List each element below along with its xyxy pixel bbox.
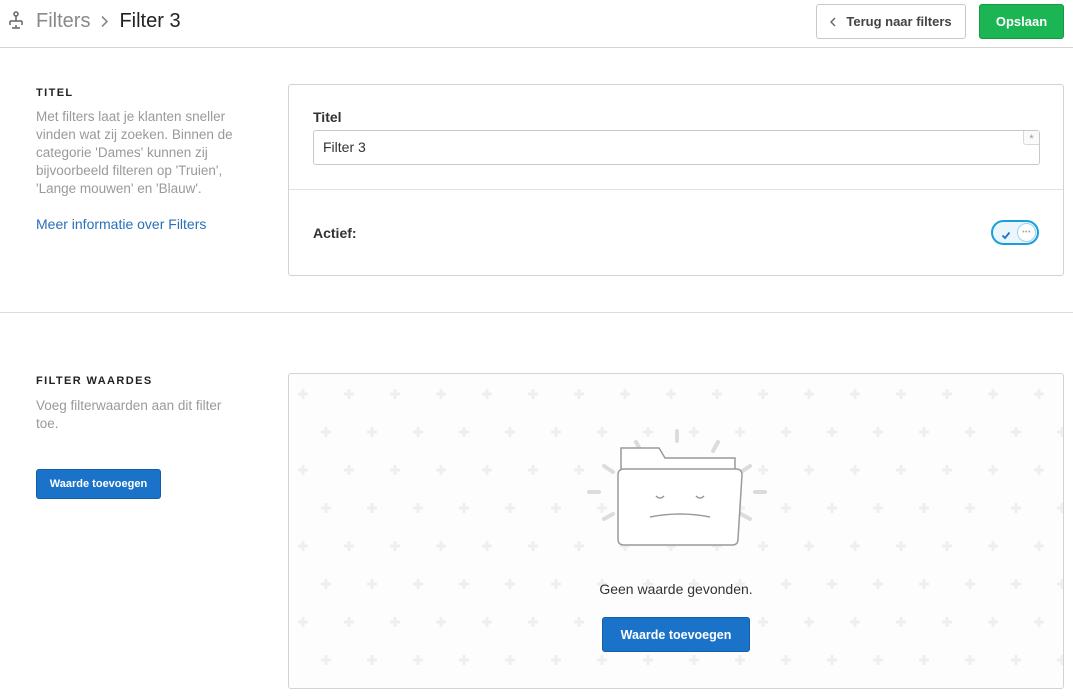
chevron-right-icon bbox=[99, 9, 111, 33]
chevron-left-icon bbox=[830, 17, 836, 27]
filters-info-link[interactable]: Meer informatie over Filters bbox=[36, 216, 206, 232]
checkmark-icon bbox=[1001, 227, 1011, 245]
title-field-label: Titel bbox=[313, 109, 342, 125]
breadcrumb-filters-link[interactable]: Filters bbox=[36, 9, 90, 33]
filter-values-heading: FILTER WAARDES bbox=[36, 375, 153, 387]
section-divider bbox=[0, 312, 1073, 313]
empty-state-add-value-button[interactable]: Waarde toevoegen bbox=[602, 617, 750, 652]
title-card: Titel Filter 3 * Actief: ••• bbox=[288, 84, 1064, 276]
back-to-filters-button[interactable]: Terug naar filters bbox=[816, 4, 966, 39]
save-button[interactable]: Opslaan bbox=[979, 4, 1064, 39]
filter-tree-icon bbox=[6, 10, 26, 32]
sad-folder-icon bbox=[587, 429, 767, 546]
title-input[interactable]: Filter 3 bbox=[313, 130, 1040, 165]
page-title: Filter 3 bbox=[119, 10, 181, 32]
back-button-label: Terug naar filters bbox=[846, 14, 952, 29]
filter-values-empty-card: Geen waarde gevonden. Waarde toevoegen bbox=[288, 373, 1064, 689]
required-indicator: * bbox=[1023, 131, 1039, 145]
title-section-description: Met filters laat je klanten sneller vind… bbox=[36, 109, 233, 196]
breadcrumb: Filters Filter 3 bbox=[36, 9, 181, 33]
filter-values-description: Voeg filterwaarden aan dit filter toe. bbox=[36, 398, 222, 431]
title-section-heading: TITEL bbox=[36, 87, 74, 99]
add-value-button[interactable]: Waarde toevoegen bbox=[36, 469, 161, 499]
empty-state-text: Geen waarde gevonden. bbox=[599, 581, 753, 597]
toggle-knob: ••• bbox=[1017, 223, 1036, 242]
active-toggle[interactable]: ••• bbox=[991, 220, 1039, 245]
active-label: Actief: bbox=[313, 225, 357, 241]
top-bar: Filters Filter 3 Terug naar filters Opsl… bbox=[0, 0, 1073, 48]
card-divider bbox=[289, 189, 1063, 190]
